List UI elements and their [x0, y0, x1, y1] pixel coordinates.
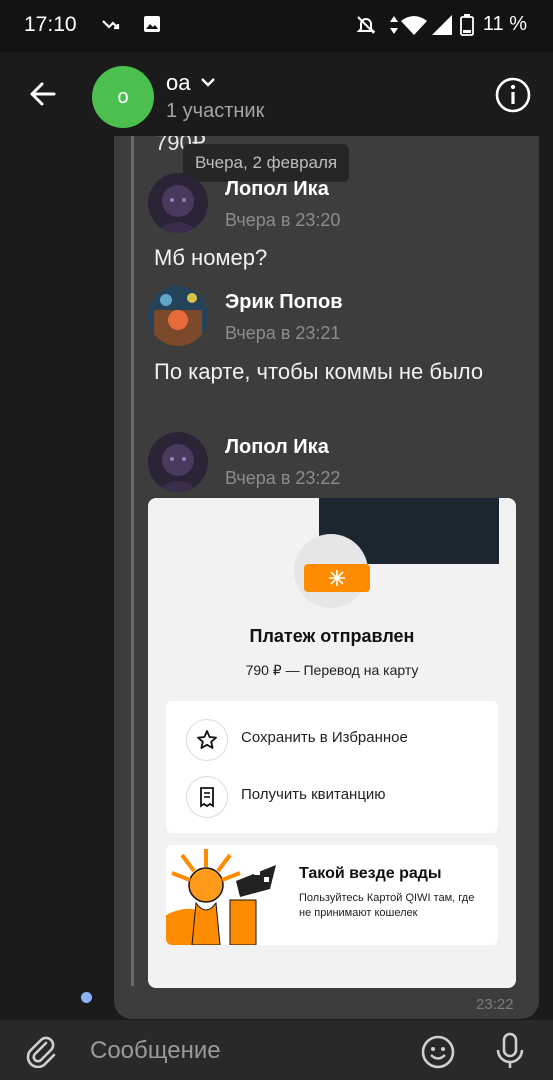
chat-title[interactable]: oa [166, 70, 190, 96]
avatar-letter: o [117, 85, 129, 108]
chevron-down-icon[interactable] [200, 76, 216, 88]
actions-panel: Сохранить в Избранное Получить квитанцию [166, 701, 498, 833]
missed-call-icon [102, 20, 120, 30]
battery-icon [460, 14, 474, 36]
qiwi-card-icon [304, 564, 370, 592]
message-author[interactable]: Лопол Ика [225, 436, 329, 459]
status-time: 17:10 [24, 13, 77, 36]
date-chip: Вчера, 2 февраля [183, 144, 350, 182]
avatar[interactable] [148, 173, 208, 233]
message-time: Вчера в 23:21 [225, 323, 341, 343]
message-time: Вчера в 23:22 [225, 468, 341, 488]
payment-title: Платеж отправлен [249, 626, 415, 646]
promo-text: Пользуйтесь Картой QIWI там, где не прин… [299, 892, 475, 919]
card-time: 23:22 [476, 996, 514, 1013]
payment-screenshot[interactable]: Платеж отправлен 790 ₽ — Перевод на карт… [148, 498, 516, 988]
save-favorite-row: Сохранить в Избранное [166, 711, 498, 767]
snowflake-icon [329, 570, 345, 586]
avatar[interactable] [148, 432, 208, 492]
wifi-icon [401, 16, 427, 35]
chat-header: o oa 1 участник [0, 52, 553, 136]
back-arrow-icon[interactable] [24, 74, 64, 114]
message-text: Мб номер? [154, 245, 268, 270]
chat-member-count: 1 участник [166, 100, 265, 122]
info-icon[interactable] [494, 76, 532, 114]
unread-indicator [81, 992, 92, 1003]
liberty-illustration [166, 849, 276, 945]
chat-content[interactable]: 790₽ Вчера, 2 февраля Лопол Ика Вчера в … [0, 136, 553, 1020]
status-bar: 17:10 11 % [0, 0, 553, 52]
paperclip-icon[interactable] [24, 1034, 58, 1068]
avatar[interactable] [148, 286, 208, 346]
message-author[interactable]: Лопол Ика [225, 178, 329, 201]
battery-percent: 11 % [482, 13, 527, 35]
save-favorite-label: Сохранить в Избранное [241, 729, 408, 746]
receipt-icon [186, 776, 228, 818]
message-input[interactable] [88, 1030, 392, 1072]
message-input-bar [0, 1020, 553, 1080]
message-author[interactable]: Эрик Попов [225, 291, 343, 314]
message-time: Вчера в 23:20 [225, 210, 341, 230]
emoji-icon[interactable] [420, 1034, 456, 1070]
payment-subtitle: 790 ₽ — Перевод на карту [245, 662, 419, 678]
promo-title: Такой везде рады [299, 865, 442, 882]
data-arrows-icon [390, 16, 398, 34]
mute-icon [356, 16, 376, 34]
get-receipt-row: Получить квитанцию [166, 768, 498, 824]
signal-icon [432, 15, 452, 35]
star-icon [186, 719, 228, 761]
get-receipt-label: Получить квитанцию [241, 786, 386, 803]
gallery-icon [144, 16, 160, 32]
microphone-icon[interactable] [494, 1032, 526, 1070]
promo-banner: Такой везде рады Пользуйтесь Картой QIWI… [166, 845, 498, 945]
thread-line [131, 136, 134, 986]
message-text: По карте, чтобы коммы не было [154, 359, 484, 384]
chat-avatar[interactable]: o [92, 66, 154, 128]
